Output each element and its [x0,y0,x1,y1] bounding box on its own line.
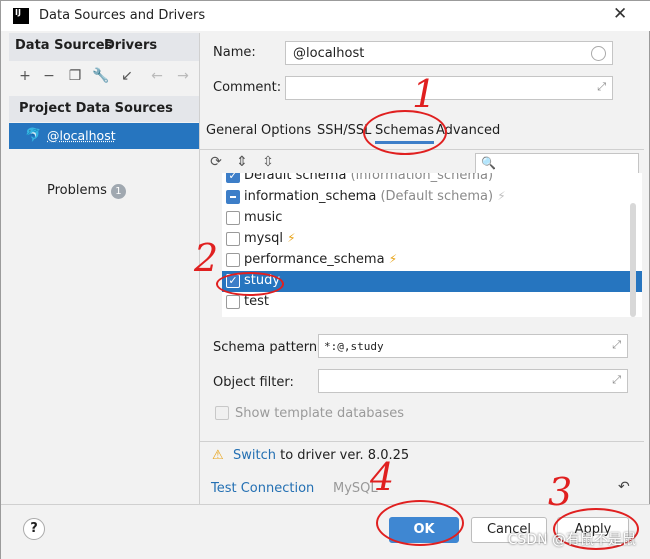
switch-link[interactable]: Switch [233,448,276,463]
show-template-label: Show template databases [235,406,405,421]
comment-field[interactable]: ⤢ [285,76,613,100]
warning-icon: ⚠ [212,448,224,463]
schema-row[interactable]: ✓ Default schema (information_schema) [222,173,634,187]
import-icon[interactable]: ↙ [117,68,137,84]
dialog-window: IJ Data Sources and Drivers ✕ Data Sourc… [0,0,650,559]
color-circle-icon[interactable] [591,46,606,61]
duplicate-icon[interactable]: ❐ [65,68,85,84]
left-tabs: Data Sources Drivers [9,33,199,61]
checkbox[interactable] [226,295,240,309]
warning-text: to driver ver. 8.0.25 [280,448,410,463]
search-icon: 🔍 [481,156,496,170]
tab-drivers[interactable]: Drivers [104,38,157,53]
bolt-icon: ⚡ [497,189,506,203]
tab-general[interactable]: General [206,123,257,138]
ok-button[interactable]: OK [389,517,459,543]
schema-name: Default schema [244,173,347,183]
schema-name: study [244,273,281,288]
wrench-icon[interactable]: 🔧 [91,68,111,84]
expand-icon[interactable]: ⤢ [612,373,621,387]
settings-tabs: General Options SSH/SSL Schemas Advanced [200,119,644,145]
driver-name[interactable]: MySQL [333,481,378,496]
checkbox[interactable] [226,232,240,246]
collapse-all-icon[interactable]: ⇳ [258,154,278,170]
show-template-checkbox[interactable] [215,406,229,420]
left-toolbar: + − ❐ 🔧 ↙ ← → [9,63,199,91]
expand-icon[interactable]: ⤢ [597,80,606,94]
checkbox[interactable] [226,190,240,204]
object-filter-label: Object filter: [213,375,294,390]
name-label: Name: [213,45,256,60]
tab-data-sources[interactable]: Data Sources [15,38,112,53]
datasource-label: @localhost [47,128,116,143]
schema-row[interactable]: music [222,208,634,229]
refresh-icon[interactable]: ⟳ [206,154,226,170]
object-filter-field[interactable]: ⤢ [318,369,628,393]
tab-schemas[interactable]: Schemas [375,123,435,144]
checkbox[interactable]: ✓ [226,274,240,288]
problems-count-badge: 1 [110,184,126,199]
schema-row[interactable]: test [222,292,634,313]
test-connection-link[interactable]: Test Connection [211,481,314,496]
project-data-sources-header: Project Data Sources [9,96,199,122]
schema-note: (information_schema) [350,173,494,183]
driver-warning: ⚠ Switch to driver ver. 8.0.25 [200,441,644,469]
name-field[interactable]: @localhost [285,41,613,65]
back-arrow-icon[interactable]: ← [147,68,167,84]
help-icon[interactable]: ? [23,518,45,540]
checkbox[interactable] [226,253,240,267]
schema-note: (Default schema) [380,189,494,204]
problems-label: Problems [47,183,107,198]
schema-name: test [244,294,269,309]
schema-row[interactable]: performance_schema ⚡ [222,250,634,271]
checkbox[interactable] [226,211,240,225]
bolt-icon: ⚡ [287,231,296,245]
mysql-dolphin-icon: 🐬 [25,128,42,143]
left-panel: Data Sources Drivers + − ❐ 🔧 ↙ ← → Proje… [9,33,199,504]
comment-label: Comment: [213,80,282,95]
schema-row[interactable]: information_schema (Default schema) ⚡ [222,187,634,208]
tab-advanced[interactable]: Advanced [436,123,500,138]
tab-ssh-ssl[interactable]: SSH/SSL [317,123,371,138]
expand-icon[interactable]: ⤢ [612,338,621,352]
schema-pattern-label: Schema pattern: [213,340,322,355]
schema-pattern-field[interactable]: *:@,study ⤢ [318,334,628,358]
watermark: CSDN @有鼠不是鼠 [507,532,636,548]
checkbox[interactable]: ✓ [226,173,240,183]
schema-row[interactable]: mysql ⚡ [222,229,634,250]
window-title: Data Sources and Drivers [39,8,206,23]
close-icon[interactable]: ✕ [613,4,627,24]
list-scrollbar[interactable] [630,203,636,317]
bolt-icon: ⚡ [388,252,398,266]
remove-icon[interactable]: − [39,68,59,84]
schema-name: information_schema [244,189,377,204]
add-icon[interactable]: + [15,68,35,84]
datasource-item-localhost[interactable]: 🐬 @localhost [9,123,199,149]
expand-all-icon[interactable]: ⇕ [232,154,252,170]
name-value: @localhost [293,46,365,61]
right-panel: Name: @localhost Comment: ⤢ General Opti… [199,33,644,504]
schema-list: ✓ Default schema (information_schema) in… [222,173,642,317]
reset-icon[interactable]: ↶ [618,479,630,495]
schema-name: music [244,210,283,225]
schema-search-input[interactable]: 🔍 [475,153,639,175]
schema-row-selected[interactable]: ✓ study [222,271,642,292]
problems-item[interactable]: Problems 1 [47,183,126,199]
title-bar: IJ Data Sources and Drivers ✕ [1,1,650,31]
intellij-icon: IJ [13,8,29,24]
schema-name: mysql [244,231,283,246]
forward-arrow-icon[interactable]: → [173,68,193,84]
tab-options[interactable]: Options [261,123,311,138]
schema-pattern-value: *:@,study [324,340,384,353]
schema-name: performance_schema [244,252,385,267]
